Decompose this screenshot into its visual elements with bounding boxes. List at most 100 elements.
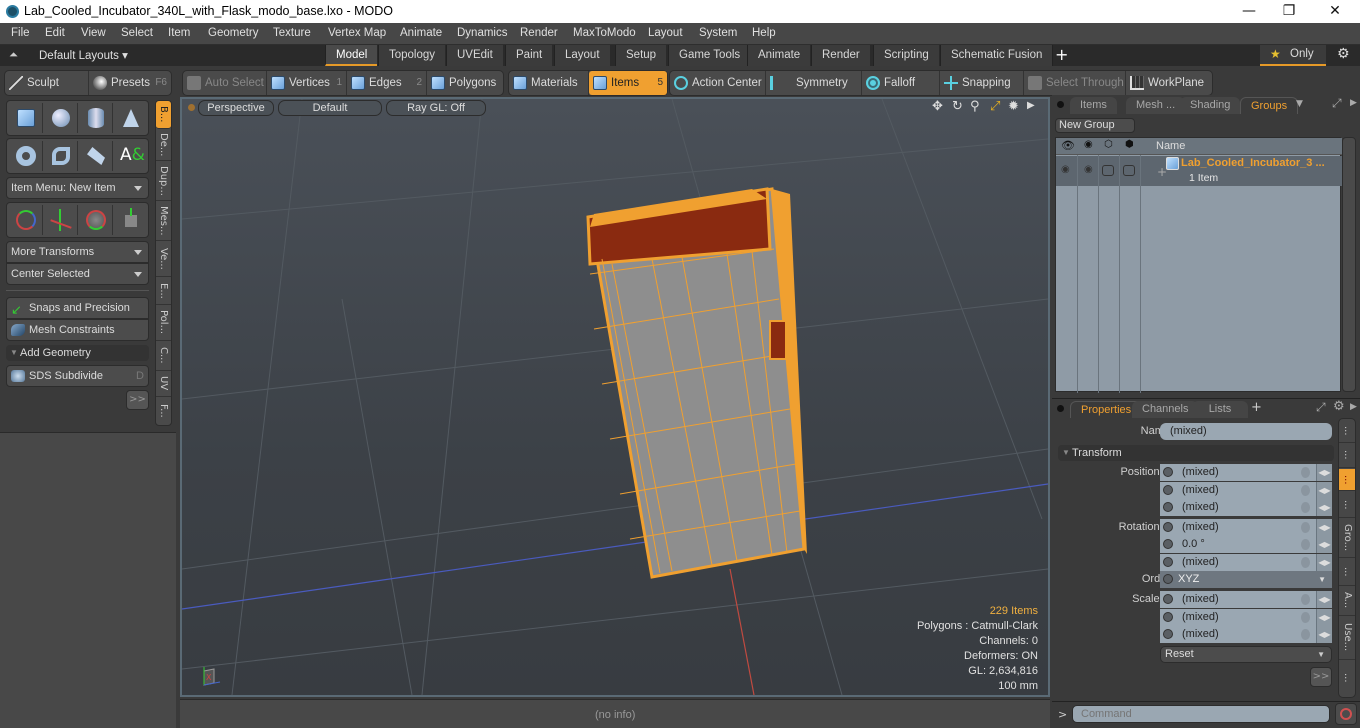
cone-tool[interactable] [114,103,148,133]
keyframe-dot-icon[interactable] [1163,522,1173,532]
tab-schematic-fusion[interactable]: Schematic Fusion [940,45,1054,66]
spin-arrows-icon[interactable]: ◀▶ [1316,482,1332,499]
sds-subdivide-button[interactable]: SDS Subdivide D [6,365,149,387]
vtab-deform[interactable]: De... [156,129,171,161]
vtab-duplicate[interactable]: Dup... [156,161,171,201]
add-geometry-section[interactable]: ▼ Add Geometry [6,345,149,361]
order-dropdown[interactable]: XYZ ▼ [1160,571,1332,588]
add-tab-button[interactable]: + [1251,400,1262,415]
tab-shading[interactable]: Shading [1180,97,1241,114]
vtab-3-active[interactable]: ... [1339,469,1355,491]
rotate-view-icon[interactable]: ↻ [952,99,963,114]
panel-menu-arrow-icon[interactable]: ▶ [1350,98,1357,108]
item-menu-dropdown[interactable]: Item Menu: New Item [6,177,149,199]
scale-tool[interactable] [114,205,148,235]
vtab-user[interactable]: Use... [1339,616,1355,660]
spin-arrows-icon[interactable]: ◀▶ [1316,609,1332,626]
minimize-button[interactable]: — [1234,2,1264,20]
action-center-button[interactable]: Action Center [670,71,766,95]
tab-paint[interactable]: Paint [505,45,553,66]
spin-arrows-icon[interactable]: ◀▶ [1316,519,1332,536]
maximize-button[interactable]: ❐ [1274,2,1304,20]
transform-tool[interactable] [9,205,43,235]
vtab-4[interactable]: ... [1339,492,1355,518]
vtab-mesh-edit[interactable]: Mes... [156,201,171,241]
items-button[interactable]: Items 5 [589,71,667,95]
tab-scripting[interactable]: Scripting [873,45,939,66]
falloff-button[interactable]: Falloff [862,71,940,95]
polygons-button[interactable]: Polygons [427,71,503,95]
panel-menu-arrow-icon[interactable]: ▶ [1350,402,1357,412]
menu-render[interactable]: Render [520,27,558,39]
only-toggle[interactable]: ★ Only [1260,45,1326,66]
lock-cube-icon[interactable]: ⬡ [1104,139,1113,150]
zoom-view-icon[interactable]: ⚲ [970,99,980,114]
tab-items[interactable]: Items [1070,97,1117,114]
tube-tool[interactable] [44,141,78,171]
menu-animate[interactable]: Animate [400,27,442,39]
shading-mode-button[interactable]: Default [278,100,382,116]
select-cube-icon[interactable]: ⬢ [1125,139,1134,150]
menu-edit[interactable]: Edit [45,27,65,39]
position-y-field[interactable]: (mixed) ◀▶ [1160,482,1332,499]
menu-maxtomodo[interactable]: MaxToModo [573,27,636,39]
vtab-assembly[interactable]: A... [1339,586,1355,616]
tab-groups[interactable]: Groups [1240,97,1299,114]
menu-select[interactable]: Select [121,27,153,39]
keyframe-dot-icon[interactable] [1163,612,1173,622]
raygl-button[interactable]: Ray GL: Off [386,100,486,116]
menu-item[interactable]: Item [168,27,190,39]
rotation-y-field[interactable]: 0.0 ° ◀▶ [1160,536,1332,553]
close-button[interactable]: ✕ [1320,2,1350,20]
menu-system[interactable]: System [699,27,737,39]
default-layouts-dropdown[interactable]: Default Layouts ▾ [39,48,128,62]
rotate-tool[interactable] [79,205,113,235]
menu-help[interactable]: Help [752,27,776,39]
viewport-menu-arrow-icon[interactable]: ▶ [1027,100,1035,111]
record-macro-button[interactable] [1335,703,1357,725]
tab-mesh[interactable]: Mesh ... [1126,97,1186,114]
keyframe-dot-icon[interactable] [1163,574,1173,584]
row-lock-checkbox[interactable] [1102,165,1114,176]
text-tool[interactable]: A& [114,141,148,171]
tab-channels[interactable]: Channels [1132,401,1199,418]
tab-model[interactable]: Model [325,45,378,66]
tabs-dropdown-icon[interactable]: ▼ [1296,99,1303,109]
more-tools-button[interactable]: >> [126,390,149,410]
symmetry-button[interactable]: Symmetry [766,71,862,95]
row-visibility-icon[interactable]: ◉ [1061,164,1070,175]
add-layout-tab-button[interactable]: + [1055,45,1068,64]
groups-scrollbar[interactable] [1342,137,1356,392]
menu-view[interactable]: View [81,27,106,39]
vtab-curve[interactable]: C... [156,341,171,371]
menu-file[interactable]: File [11,27,30,39]
spin-arrows-icon[interactable]: ◀▶ [1316,554,1332,571]
snaps-precision-button[interactable]: ↙ Snaps and Precision [6,297,149,319]
more-properties-button[interactable]: >> [1310,667,1332,687]
spin-arrows-icon[interactable]: ◀▶ [1316,626,1332,643]
expand-panel-icon[interactable]: ⤢ [1332,96,1342,111]
vtab-edge[interactable]: E... [156,277,171,305]
tab-topology[interactable]: Topology [378,45,446,66]
vtab-1[interactable]: ... [1339,419,1355,443]
tab-lists[interactable]: Lists [1192,401,1248,418]
materials-button[interactable]: Materials [509,71,589,95]
view-type-button[interactable]: Perspective [198,100,274,116]
vtab-2[interactable]: ... [1339,443,1355,468]
scale-z-field[interactable]: (mixed) ◀▶ [1160,626,1332,643]
menu-layout[interactable]: Layout [648,27,683,39]
edges-button[interactable]: Edges 2 [347,71,427,95]
menu-texture[interactable]: Texture [273,27,311,39]
tab-game-tools[interactable]: Game Tools [668,45,751,66]
tab-uvedit[interactable]: UVEdit [446,45,503,66]
spin-arrows-icon[interactable]: ◀▶ [1316,536,1332,553]
keyframe-dot-icon[interactable] [1163,539,1173,549]
sculpt-button[interactable]: Sculpt [5,71,89,95]
more-transforms-dropdown[interactable]: More Transforms [6,241,149,263]
presets-button[interactable]: Presets F6 [89,71,171,95]
reset-dropdown[interactable]: Reset ▼ [1160,646,1332,663]
center-selected-dropdown[interactable]: Center Selected [6,263,149,285]
new-group-button[interactable]: New Group [1055,118,1135,133]
pen-tool[interactable] [79,141,113,171]
keyframe-dot-icon[interactable] [1163,557,1173,567]
